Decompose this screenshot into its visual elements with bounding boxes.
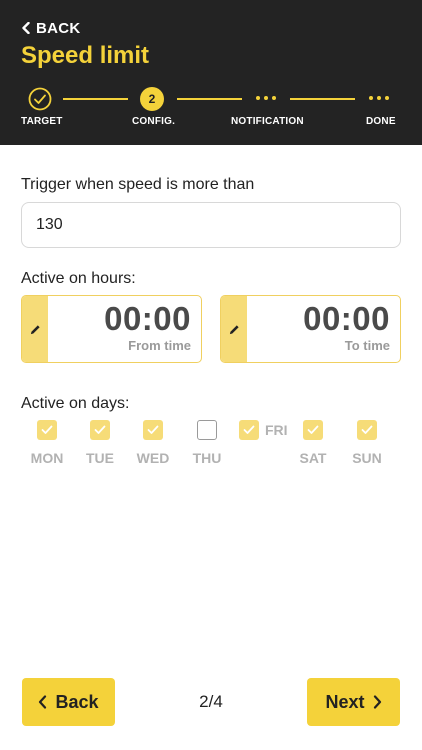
to-time-picker[interactable]: 00:00 To time xyxy=(220,295,401,363)
to-time-caption: To time xyxy=(344,338,390,353)
edit-to-time-button[interactable] xyxy=(221,296,247,362)
check-icon xyxy=(94,425,106,434)
check-icon xyxy=(361,425,373,434)
step-label-notification: NOTIFICATION xyxy=(231,116,304,127)
check-icon xyxy=(243,425,255,434)
pencil-icon xyxy=(229,324,239,334)
header-back-label: BACK xyxy=(36,19,81,37)
ellipsis-icon xyxy=(369,96,389,100)
hours-label: Active on hours: xyxy=(21,270,136,287)
pencil-icon xyxy=(30,324,40,334)
check-icon xyxy=(41,425,53,434)
from-time-caption: From time xyxy=(128,338,191,353)
day-label-mon: MON xyxy=(30,450,64,466)
page-title: Speed limit xyxy=(21,42,150,69)
speed-input[interactable] xyxy=(21,202,401,248)
from-time-value: 00:00 xyxy=(104,300,191,337)
step-label-target: TARGET xyxy=(21,116,63,127)
day-label-fri: FRI xyxy=(265,422,288,438)
check-icon xyxy=(147,425,159,434)
day-toggle-sat[interactable]: SAT xyxy=(288,418,338,468)
day-label-tue: TUE xyxy=(86,450,114,466)
to-time-value: 00:00 xyxy=(303,300,390,337)
days-label: Active on days: xyxy=(21,395,130,412)
checkbox-wed[interactable] xyxy=(143,420,163,440)
check-icon xyxy=(307,425,319,434)
from-time-picker[interactable]: 00:00 From time xyxy=(21,295,202,363)
stepper-connector xyxy=(63,98,128,100)
day-toggle-fri[interactable]: FRI xyxy=(239,420,288,440)
header: BACK Speed limit TARGET 2 CONFIG. NOTIFI… xyxy=(0,0,422,145)
trigger-label: Trigger when speed is more than xyxy=(21,176,255,193)
day-label-thu: THU xyxy=(192,450,222,466)
day-label-sat: SAT xyxy=(299,450,327,466)
edit-from-time-button[interactable] xyxy=(22,296,48,362)
stepper-connector xyxy=(290,98,355,100)
step-label-done: DONE xyxy=(366,116,396,127)
ellipsis-icon xyxy=(256,96,276,100)
day-label-sun: SUN xyxy=(352,450,382,466)
next-button-label: Next xyxy=(325,691,365,712)
checkbox-sun[interactable] xyxy=(357,420,377,440)
stepper: TARGET 2 CONFIG. NOTIFICATION DONE xyxy=(0,84,422,134)
checkbox-tue[interactable] xyxy=(90,420,110,440)
next-button[interactable]: Next xyxy=(307,678,400,726)
stepper-connector xyxy=(177,98,242,100)
day-toggle-thu[interactable]: THU xyxy=(182,418,232,468)
checkbox-thu[interactable] xyxy=(197,420,217,440)
chevron-right-icon xyxy=(373,695,381,709)
step-number-badge: 2 xyxy=(140,87,164,111)
check-circle-icon xyxy=(28,87,52,111)
step-label-config: CONFIG. xyxy=(132,116,176,127)
day-toggle-mon[interactable]: MON xyxy=(22,418,72,468)
day-toggle-wed[interactable]: WED xyxy=(128,418,178,468)
chevron-left-icon xyxy=(22,22,30,34)
checkbox-fri[interactable] xyxy=(239,420,259,440)
day-label-wed: WED xyxy=(136,450,170,466)
header-back-button[interactable]: BACK xyxy=(22,18,81,38)
checkbox-sat[interactable] xyxy=(303,420,323,440)
day-toggle-sun[interactable]: SUN xyxy=(342,418,392,468)
checkbox-mon[interactable] xyxy=(37,420,57,440)
day-toggle-tue[interactable]: TUE xyxy=(75,418,125,468)
